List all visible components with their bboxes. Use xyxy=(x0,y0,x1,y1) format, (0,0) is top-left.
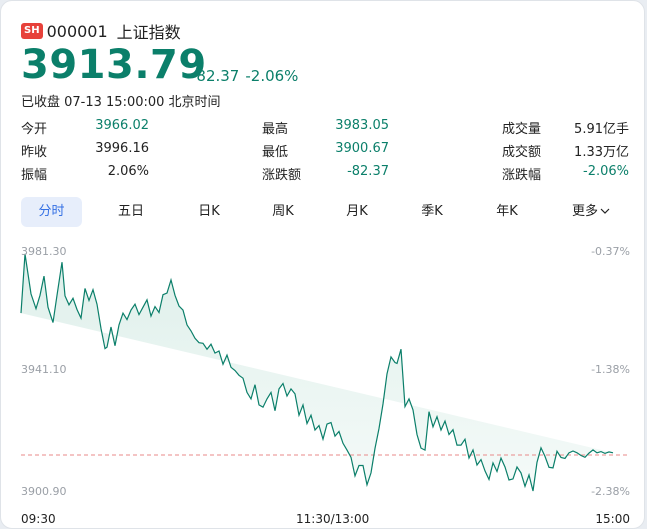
tab-five-day[interactable]: 五日 xyxy=(101,197,161,227)
stat-label-turnover: 成交额 xyxy=(502,145,542,160)
tab-quarterly-k[interactable]: 季K xyxy=(402,197,462,227)
x-tick: 09:30 xyxy=(21,512,56,526)
stock-header: SH 000001 上证指数 xyxy=(21,19,181,43)
stats-row: 昨收 3996.16 最低 3900.67 成交额 1.33万亿 xyxy=(21,141,631,164)
stat-label-change-amount: 涨跌额 xyxy=(262,168,302,183)
stat-value-amplitude: 2.06% xyxy=(107,164,149,179)
stat-value-open: 3966.02 xyxy=(95,118,149,133)
intraday-chart: 3981.30 3941.10 3900.90 -0.37% -1.38% -2… xyxy=(1,237,644,528)
tab-intraday[interactable]: 分时 xyxy=(21,197,82,227)
stat-value-change-amount: -82.37 xyxy=(347,164,389,179)
tab-yearly-k[interactable]: 年K xyxy=(477,197,537,227)
stat-label-prev-close: 昨收 xyxy=(21,145,48,160)
market-status: 已收盘 07-13 15:00:00 北京时间 xyxy=(21,95,221,110)
stat-value-prev-close: 3996.16 xyxy=(95,141,149,156)
last-price: 3913.79 xyxy=(21,42,207,88)
stats-row: 振幅 2.06% 涨跌额 -82.37 涨跌幅 -2.06% xyxy=(21,164,631,187)
stat-label-open: 今开 xyxy=(21,122,48,137)
change-value: -82.37 xyxy=(191,67,240,85)
stat-label-change-pct: 涨跌幅 xyxy=(502,168,542,183)
quote-card: SH 000001 上证指数 3913.79 -82.37 -2.06% 已收盘 … xyxy=(0,0,645,529)
market-badge: SH xyxy=(21,23,43,39)
y-tick-left: 3981.30 xyxy=(21,245,67,258)
stats-row: 今开 3966.02 最高 3983.05 成交量 5.91亿手 xyxy=(21,118,631,141)
y-tick-right: -0.37% xyxy=(591,245,630,258)
period-tabs: 分时 五日 日K 周K 月K 季K 年K 更多 xyxy=(21,197,631,227)
stat-label-low: 最低 xyxy=(262,145,289,160)
tab-more-label: 更多 xyxy=(571,204,598,219)
tab-more[interactable]: 更多 xyxy=(561,197,621,227)
tab-monthly-k[interactable]: 月K xyxy=(327,197,387,227)
y-tick-right: -1.38% xyxy=(591,363,630,376)
tab-weekly-k[interactable]: 周K xyxy=(253,197,313,227)
stock-code: 000001 xyxy=(46,21,108,41)
price-change: -82.37 -2.06% xyxy=(191,67,304,85)
intraday-chart-svg xyxy=(20,253,629,492)
stat-label-amplitude: 振幅 xyxy=(21,168,48,183)
x-tick: 15:00 xyxy=(595,512,630,526)
stat-label-high: 最高 xyxy=(262,122,289,137)
stat-value-volume: 5.91亿手 xyxy=(574,122,629,137)
stats-table: 今开 3966.02 最高 3983.05 成交量 5.91亿手 昨收 3996… xyxy=(21,118,631,187)
stat-value-change-pct: -2.06% xyxy=(583,164,629,179)
x-tick: 11:30/13:00 xyxy=(296,512,370,526)
stat-value-low: 3900.67 xyxy=(335,141,389,156)
stat-value-turnover: 1.33万亿 xyxy=(574,145,629,160)
chevron-down-icon xyxy=(600,208,610,214)
stat-label-volume: 成交量 xyxy=(502,122,542,137)
change-percent: -2.06% xyxy=(245,67,299,85)
y-tick-left: 3900.90 xyxy=(21,485,67,498)
tab-daily-k[interactable]: 日K xyxy=(179,197,239,227)
y-tick-left: 3941.10 xyxy=(21,363,67,376)
y-tick-right: -2.38% xyxy=(591,485,630,498)
stock-name: 上证指数 xyxy=(116,23,181,42)
stat-value-high: 3983.05 xyxy=(335,118,389,133)
